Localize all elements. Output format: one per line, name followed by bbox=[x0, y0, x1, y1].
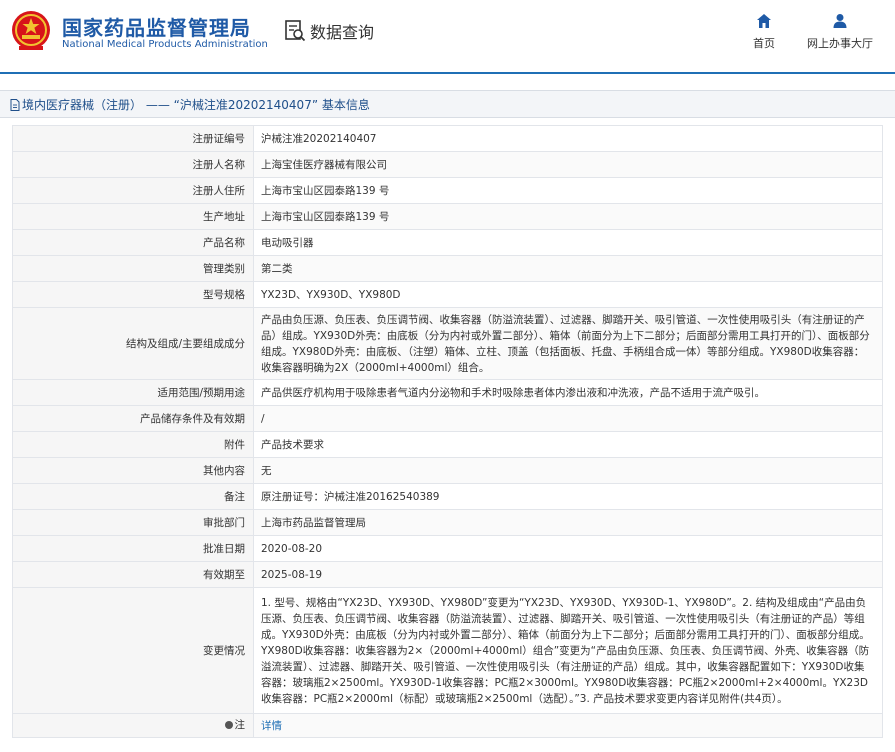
row-value: 原注册证号：沪械注准20162540389 bbox=[253, 483, 883, 510]
home-icon bbox=[757, 14, 771, 28]
row-value: 沪械注准20202140407 bbox=[253, 125, 883, 152]
row-label: 备注 bbox=[12, 483, 254, 510]
document-icon bbox=[10, 98, 20, 111]
row-label: 产品名称 bbox=[12, 229, 254, 256]
row-label: 注册人住所 bbox=[12, 177, 254, 204]
row-label: 结构及组成/主要组成成分 bbox=[12, 307, 254, 380]
row-label: 型号规格 bbox=[12, 281, 254, 308]
row-label-note: 注 bbox=[12, 713, 254, 738]
document-search-icon bbox=[285, 20, 306, 42]
row-label: 批准日期 bbox=[12, 535, 254, 562]
data-query-heading: 数据查询 bbox=[284, 18, 374, 44]
table-row: 结构及组成/主要组成成分 产品由负压源、负压表、负压调节阀、收集容器（防溢流装置… bbox=[12, 307, 883, 380]
row-label: 注册人名称 bbox=[12, 151, 254, 178]
header-divider bbox=[0, 72, 895, 74]
detail-table: 注册证编号 沪械注准20202140407 注册人名称 上海宝佳医疗器械有限公司… bbox=[12, 125, 883, 738]
row-value-note: 详情 bbox=[253, 713, 883, 738]
row-value: 上海市宝山区园泰路139 号 bbox=[253, 203, 883, 230]
table-row: 产品储存条件及有效期 / bbox=[12, 405, 883, 432]
row-value: 1. 型号、规格由“YX23D、YX930D、YX980D”变更为“YX23D、… bbox=[253, 587, 883, 714]
user-icon bbox=[833, 14, 847, 28]
row-value: 产品技术要求 bbox=[253, 431, 883, 458]
site-title: 国家药品监督管理局 bbox=[62, 16, 251, 40]
row-value: 上海市药品监督管理局 bbox=[253, 509, 883, 536]
row-value: YX23D、YX930D、YX980D bbox=[253, 281, 883, 308]
row-value: 2020-08-20 bbox=[253, 535, 883, 562]
nav-online-hall[interactable]: 网上办事大厅 bbox=[800, 13, 880, 51]
data-query-label: 数据查询 bbox=[310, 23, 375, 42]
table-row: 管理类别 第二类 bbox=[12, 255, 883, 282]
nav-home-label: 首页 bbox=[753, 37, 775, 50]
breadcrumb-text: 境内医疗器械（注册） —— “沪械注准20202140407” 基本信息 bbox=[22, 98, 370, 112]
row-value: 产品供医疗机构用于吸除患者气道内分泌物和手术时吸除患者体内渗出液和冲洗液，产品不… bbox=[253, 379, 883, 406]
row-label: 产品储存条件及有效期 bbox=[12, 405, 254, 432]
nav-home[interactable]: 首页 bbox=[746, 13, 782, 51]
note-label-text: 注 bbox=[234, 719, 246, 731]
row-value: 上海宝佳医疗器械有限公司 bbox=[253, 151, 883, 178]
table-row: 其他内容 无 bbox=[12, 457, 883, 484]
table-row: 注册人名称 上海宝佳医疗器械有限公司 bbox=[12, 151, 883, 178]
table-row: 变更情况 1. 型号、规格由“YX23D、YX930D、YX980D”变更为“Y… bbox=[12, 587, 883, 714]
table-row: 有效期至 2025-08-19 bbox=[12, 561, 883, 588]
row-value: 无 bbox=[253, 457, 883, 484]
row-label: 其他内容 bbox=[12, 457, 254, 484]
row-label: 管理类别 bbox=[12, 255, 254, 282]
note-label: 注 bbox=[224, 717, 246, 733]
section-title-bar: 境内医疗器械（注册） —— “沪械注准20202140407” 基本信息 bbox=[0, 90, 895, 118]
row-label: 注册证编号 bbox=[12, 125, 254, 152]
row-value: 第二类 bbox=[253, 255, 883, 282]
table-row: 批准日期 2020-08-20 bbox=[12, 535, 883, 562]
row-value: / bbox=[253, 405, 883, 432]
table-row: 产品名称 电动吸引器 bbox=[12, 229, 883, 256]
breadcrumb: 境内医疗器械（注册） —— “沪械注准20202140407” 基本信息 bbox=[10, 96, 370, 113]
row-value: 电动吸引器 bbox=[253, 229, 883, 256]
details-link[interactable]: 详情 bbox=[261, 720, 282, 732]
table-row: 生产地址 上海市宝山区园泰路139 号 bbox=[12, 203, 883, 230]
row-value: 2025-08-19 bbox=[253, 561, 883, 588]
site-header: 国家药品监督管理局 National Medical Products Admi… bbox=[0, 0, 895, 72]
table-row: 注册证编号 沪械注准20202140407 bbox=[12, 125, 883, 152]
row-label: 生产地址 bbox=[12, 203, 254, 230]
row-label: 有效期至 bbox=[12, 561, 254, 588]
row-value: 产品由负压源、负压表、负压调节阀、收集容器（防溢流装置）、过滤器、脚踏开关、吸引… bbox=[253, 307, 883, 380]
national-emblem-icon bbox=[12, 11, 50, 50]
table-row: 注册人住所 上海市宝山区园泰路139 号 bbox=[12, 177, 883, 204]
table-row: 适用范围/预期用途 产品供医疗机构用于吸除患者气道内分泌物和手术时吸除患者体内渗… bbox=[12, 379, 883, 406]
dot-icon bbox=[224, 721, 233, 729]
nav-online-hall-label: 网上办事大厅 bbox=[807, 37, 873, 50]
site-subtitle: National Medical Products Administration bbox=[62, 39, 268, 50]
row-value: 上海市宝山区园泰路139 号 bbox=[253, 177, 883, 204]
row-label: 变更情况 bbox=[12, 587, 254, 714]
row-label: 适用范围/预期用途 bbox=[12, 379, 254, 406]
table-row: 型号规格 YX23D、YX930D、YX980D bbox=[12, 281, 883, 308]
table-row: 备注 原注册证号：沪械注准20162540389 bbox=[12, 483, 883, 510]
table-row: 审批部门 上海市药品监督管理局 bbox=[12, 509, 883, 536]
row-label: 审批部门 bbox=[12, 509, 254, 536]
table-row: 注 详情 bbox=[12, 713, 883, 738]
row-label: 附件 bbox=[12, 431, 254, 458]
table-row: 附件 产品技术要求 bbox=[12, 431, 883, 458]
